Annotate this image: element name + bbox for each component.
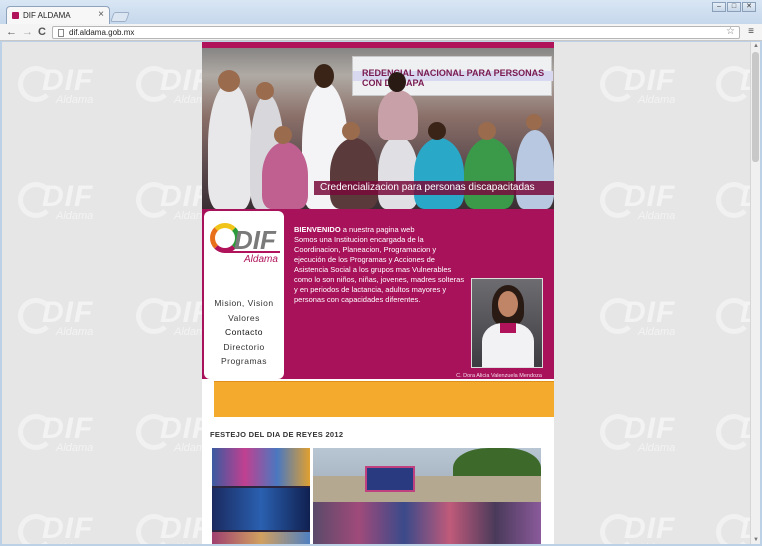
nav-item-directorio[interactable]: Directorio — [204, 340, 284, 355]
page-viewport: DIFAldama DIFAldama DIFAldama DIFAldama DIFA… — [2, 42, 750, 544]
watermark-logo: DIFAldama — [714, 508, 750, 544]
new-tab-button[interactable] — [110, 12, 130, 22]
nav-item-mision-vision[interactable]: Mision, Vision — [204, 296, 284, 311]
main-nav: Mision, Vision Valores Contacto Director… — [204, 293, 284, 379]
watermark-logo: DIFAldama — [598, 508, 698, 544]
page-icon — [58, 29, 64, 37]
hero-caption: Credencializacion para personas discapac… — [314, 181, 554, 195]
minimize-button[interactable]: – — [712, 2, 726, 12]
gallery-image-left[interactable] — [212, 448, 310, 544]
tab-title: DIF ALDAMA — [23, 11, 71, 20]
scroll-down-icon[interactable]: ▼ — [753, 537, 759, 543]
president-name: C. Dora Alicia Valenzuela Mendoza — [456, 373, 542, 379]
watermark-logo: DIFAldama — [598, 176, 698, 228]
president-photo — [471, 278, 543, 368]
logo-underline — [224, 251, 280, 253]
scroll-up-icon[interactable]: ▲ — [753, 43, 759, 49]
watermark-logo: DIFAldama — [598, 60, 698, 112]
logo-subtitle: Aldama — [244, 254, 278, 265]
top-strip — [202, 42, 554, 48]
nav-item-valores[interactable]: Valores — [204, 311, 284, 326]
nav-item-contacto[interactable]: Contacto — [204, 325, 284, 340]
scrollbar-thumb[interactable] — [752, 52, 759, 162]
tab-close-icon[interactable]: × — [98, 9, 104, 20]
close-window-button[interactable]: ✕ — [742, 2, 756, 12]
browser-titlebar: DIF ALDAMA × – □ ✕ — [0, 0, 762, 24]
watermark-logo: DIFAldama — [16, 508, 116, 544]
browser-toolbar: ← → C dif.aldama.gob.mx ☆ ≡ — [0, 24, 762, 41]
address-bar[interactable]: dif.aldama.gob.mx ☆ — [52, 26, 740, 39]
watermark-logo: DIFAldama — [714, 60, 750, 112]
vertical-scrollbar[interactable]: ▲ ▼ — [750, 42, 760, 544]
nav-item-programas[interactable]: Programas — [204, 354, 284, 369]
maximize-button[interactable]: □ — [727, 2, 741, 12]
watermark-logo: DIFAldama — [16, 408, 116, 460]
watermark-logo: DIFAldama — [16, 292, 116, 344]
watermark-logo: DIFAldama — [598, 292, 698, 344]
url-text: dif.aldama.gob.mx — [69, 28, 135, 37]
welcome-text: BIENVENIDO a nuestra pagina web Somos un… — [294, 225, 466, 305]
logo[interactable]: DIF Aldama — [204, 211, 284, 293]
watermark-logo: DIFAldama — [16, 60, 116, 112]
watermark-logo: DIFAldama — [598, 408, 698, 460]
gallery-image-right[interactable] — [313, 448, 541, 544]
welcome-panel: DIF Aldama Mision, Vision Valores Contac… — [202, 209, 554, 387]
watermark-logo: DIFAldama — [714, 292, 750, 344]
forward-icon[interactable]: → — [22, 26, 33, 38]
welcome-lead-rest: a nuestra pagina web — [340, 225, 415, 234]
page-content: REDENCIAL NACIONAL PARA PERSONAS CON DIS… — [202, 42, 554, 544]
section-title: FESTEJO DEL DIA DE REYES 2012 — [210, 430, 344, 439]
hero-image: REDENCIAL NACIONAL PARA PERSONAS CON DIS… — [202, 42, 554, 209]
watermark-logo: DIFAldama — [714, 408, 750, 460]
watermark-logo: DIFAldama — [714, 176, 750, 228]
welcome-lead: BIENVENIDO — [294, 225, 341, 234]
watermark-logo: DIFAldama — [16, 176, 116, 228]
orange-band — [214, 381, 554, 417]
window-controls: – □ ✕ — [712, 2, 756, 12]
bookmark-star-icon[interactable]: ☆ — [726, 26, 735, 37]
back-icon[interactable]: ← — [6, 26, 17, 38]
menu-icon[interactable]: ≡ — [748, 27, 754, 37]
reload-icon[interactable]: C — [38, 26, 46, 38]
browser-tab[interactable]: DIF ALDAMA × — [6, 6, 110, 24]
favicon-icon — [12, 12, 19, 19]
welcome-body: Somos una Institucion encargada de la Co… — [294, 235, 465, 304]
